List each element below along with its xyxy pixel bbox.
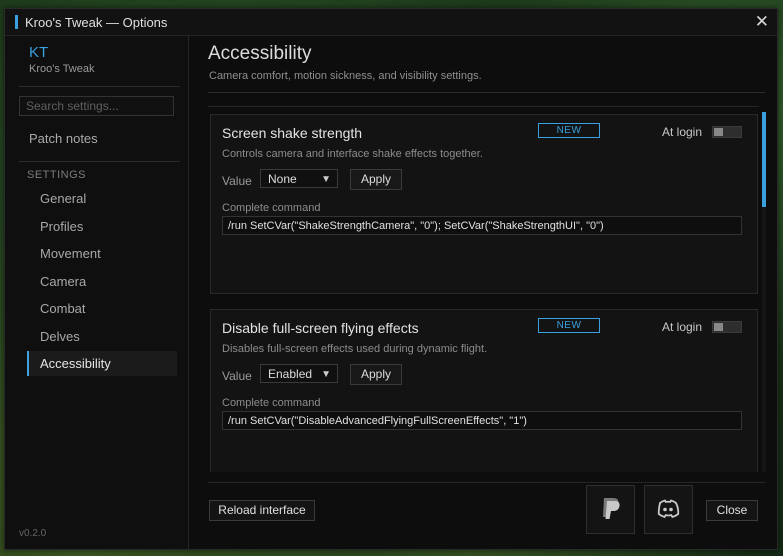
value-dropdown[interactable]: Enabled ▼ — [260, 364, 338, 383]
settings-nav: General Profiles Movement Camera Combat … — [27, 186, 177, 379]
sidebar-item-combat[interactable]: Combat — [27, 296, 177, 321]
command-field[interactable]: /run SetCVar("DisableAdvancedFlyingFullS… — [222, 411, 742, 430]
search-input[interactable] — [20, 97, 173, 115]
scrollbar[interactable] — [762, 112, 766, 472]
new-badge: NEW — [538, 123, 600, 138]
settings-section-label: SETTINGS — [27, 169, 87, 181]
at-login-label: At login — [662, 320, 703, 334]
page-title: Accessibility — [208, 43, 312, 64]
discord-icon — [657, 499, 680, 519]
main-panel: Accessibility Camera comfort, motion sic… — [189, 36, 777, 549]
header-divider — [208, 92, 765, 93]
sidebar-item-delves[interactable]: Delves — [27, 324, 177, 349]
toggle-knob — [714, 323, 723, 331]
paypal-icon — [603, 498, 620, 519]
apply-button[interactable]: Apply — [350, 169, 402, 190]
setting-card-flying-effects: Disable full-screen flying effects Disab… — [210, 309, 758, 472]
at-login-toggle[interactable] — [712, 126, 742, 138]
reload-interface-button[interactable]: Reload interface — [209, 500, 315, 521]
sidebar: KT Kroo's Tweak Patch notes SETTINGS Gen… — [5, 36, 189, 549]
settings-list[interactable]: Screen shake strength Controls camera an… — [208, 106, 759, 472]
app-name: Kroo's Tweak — [29, 63, 95, 75]
value-dropdown[interactable]: None ▼ — [260, 169, 338, 188]
footer-divider — [208, 482, 765, 483]
sidebar-divider — [19, 161, 180, 162]
apply-button[interactable]: Apply — [350, 364, 402, 385]
value-selected: None — [268, 172, 297, 186]
dropdown-arrow-icon: ▼ — [321, 369, 331, 380]
close-button[interactable]: Close — [706, 500, 758, 521]
sidebar-item-general[interactable]: General — [27, 186, 177, 211]
setting-title: Disable full-screen flying effects — [222, 320, 419, 336]
options-window: Kroo's Tweak — Options ✕ KT Kroo's Tweak… — [4, 8, 778, 550]
value-label: Value — [222, 369, 252, 383]
at-login-label: At login — [662, 125, 703, 139]
at-login-toggle[interactable] — [712, 321, 742, 333]
setting-card-screen-shake: Screen shake strength Controls camera an… — [210, 114, 758, 294]
sidebar-item-camera[interactable]: Camera — [27, 269, 177, 294]
page-subtitle: Camera comfort, motion sickness, and vis… — [209, 70, 482, 82]
title-bar: Kroo's Tweak — Options ✕ — [5, 9, 777, 36]
scrollbar-thumb[interactable] — [762, 112, 766, 207]
new-badge: NEW — [538, 318, 600, 333]
sidebar-divider — [19, 86, 180, 87]
dropdown-arrow-icon: ▼ — [321, 174, 331, 185]
patch-notes-link[interactable]: Patch notes — [29, 131, 98, 146]
setting-description: Controls camera and interface shake effe… — [222, 148, 483, 160]
brand: KT Kroo's Tweak — [29, 44, 94, 75]
command-label: Complete command — [222, 397, 321, 409]
command-field[interactable]: /run SetCVar("ShakeStrengthCamera", "0")… — [222, 216, 742, 235]
window-title: Kroo's Tweak — Options — [25, 15, 168, 30]
value-selected: Enabled — [268, 367, 313, 381]
setting-title: Screen shake strength — [222, 125, 363, 141]
toggle-knob — [714, 128, 723, 136]
sidebar-item-accessibility[interactable]: Accessibility — [27, 351, 177, 376]
app-logo: KT — [29, 44, 49, 61]
sidebar-item-movement[interactable]: Movement — [27, 241, 177, 266]
window-close-icon[interactable]: ✕ — [755, 12, 769, 32]
value-label: Value — [222, 174, 252, 188]
discord-button[interactable] — [644, 485, 693, 534]
command-label: Complete command — [222, 202, 321, 214]
version-label: v0.2.0 — [19, 528, 47, 539]
setting-description: Disables full-screen effects used during… — [222, 343, 488, 355]
paypal-button[interactable] — [586, 485, 635, 534]
title-accent-bar — [15, 15, 18, 29]
search-box — [19, 96, 174, 116]
sidebar-item-profiles[interactable]: Profiles — [27, 214, 177, 239]
